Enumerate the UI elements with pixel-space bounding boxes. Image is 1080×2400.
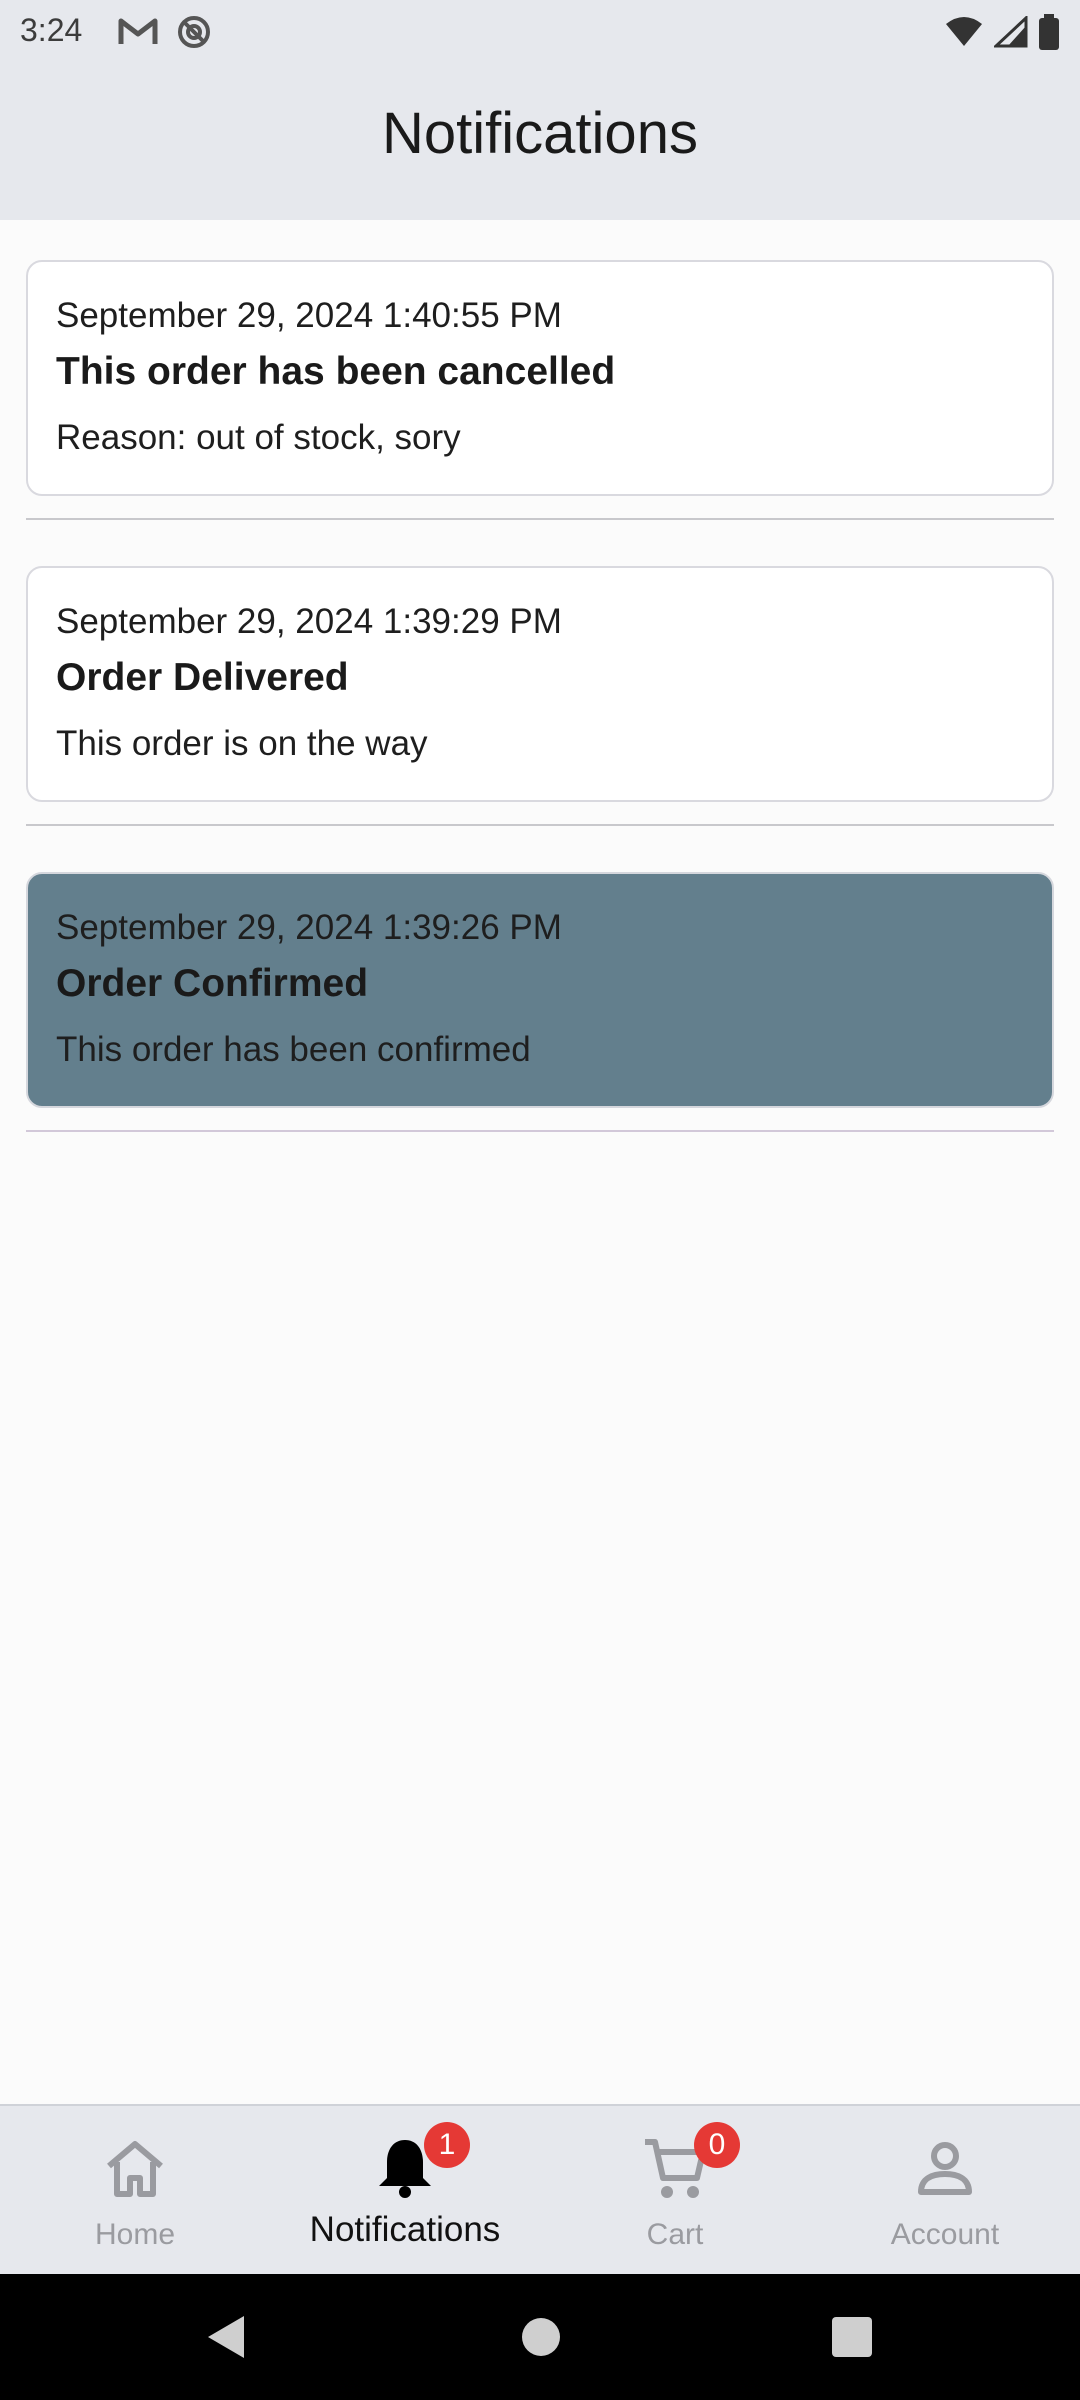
back-icon[interactable] — [202, 2312, 250, 2362]
nav-label-cart: Cart — [646, 2218, 704, 2251]
divider — [26, 1130, 1054, 1132]
recents-icon[interactable] — [830, 2312, 874, 2362]
nav-item-notifications[interactable]: 1 Notifications — [270, 2106, 540, 2274]
notification-item[interactable]: September 29, 2024 1:40:55 PM This order… — [26, 260, 1054, 520]
status-left-icons — [118, 14, 212, 50]
divider — [26, 824, 1054, 826]
notification-item[interactable]: September 29, 2024 1:39:26 PM Order Conf… — [26, 872, 1054, 1132]
bottom-navigation: Home 1 Notifications 0 Cart Account — [0, 2104, 1080, 2274]
status-time: 3:24 — [20, 12, 83, 48]
home-icon — [107, 2141, 163, 2197]
status-bar: 3:24 — [0, 0, 1080, 64]
status-right-icons — [944, 14, 1060, 50]
gmail-icon — [118, 18, 158, 44]
nav-label-home: Home — [94, 2218, 176, 2251]
wifi-icon — [946, 17, 982, 46]
signal-icon — [994, 16, 1028, 48]
nav-item-account[interactable]: Account — [810, 2106, 1080, 2274]
notification-title: Order Confirmed — [56, 962, 369, 1005]
divider — [26, 518, 1054, 520]
notification-date: September 29, 2024 1:39:26 PM — [56, 908, 562, 947]
notification-body: This order is on the way — [56, 724, 428, 763]
notifications-badge: 1 — [424, 2122, 470, 2168]
cart-badge: 0 — [694, 2122, 740, 2168]
nav-label-notifications: Notifications — [309, 2210, 501, 2249]
system-navigation-bar — [0, 2274, 1080, 2400]
notification-body: Reason: out of stock, sory — [56, 418, 461, 457]
notification-title: This order has been cancelled — [56, 350, 616, 393]
nav-item-home[interactable]: Home — [0, 2106, 270, 2274]
notification-date: September 29, 2024 1:39:29 PM — [56, 602, 562, 641]
notification-card[interactable]: September 29, 2024 1:39:29 PM Order Deli… — [26, 566, 1054, 802]
battery-icon — [1039, 14, 1059, 50]
home-button-icon[interactable] — [520, 2312, 562, 2362]
nav-label-account: Account — [890, 2218, 1000, 2251]
notification-card[interactable]: September 29, 2024 1:40:55 PM This order… — [26, 260, 1054, 496]
app-bar: Notifications — [0, 64, 1080, 220]
notification-date: September 29, 2024 1:40:55 PM — [56, 296, 562, 335]
notification-list[interactable]: September 29, 2024 1:40:55 PM This order… — [26, 260, 1054, 1178]
notification-item[interactable]: September 29, 2024 1:39:29 PM Order Deli… — [26, 566, 1054, 826]
page-title: Notifications — [382, 101, 698, 166]
account-icon — [918, 2142, 972, 2195]
notification-body: This order has been confirmed — [56, 1030, 531, 1069]
nav-item-cart[interactable]: 0 Cart — [540, 2106, 810, 2274]
notification-card-highlighted[interactable]: September 29, 2024 1:39:26 PM Order Conf… — [26, 872, 1054, 1108]
notification-title: Order Delivered — [56, 656, 349, 699]
do-not-disturb-icon — [178, 16, 210, 48]
